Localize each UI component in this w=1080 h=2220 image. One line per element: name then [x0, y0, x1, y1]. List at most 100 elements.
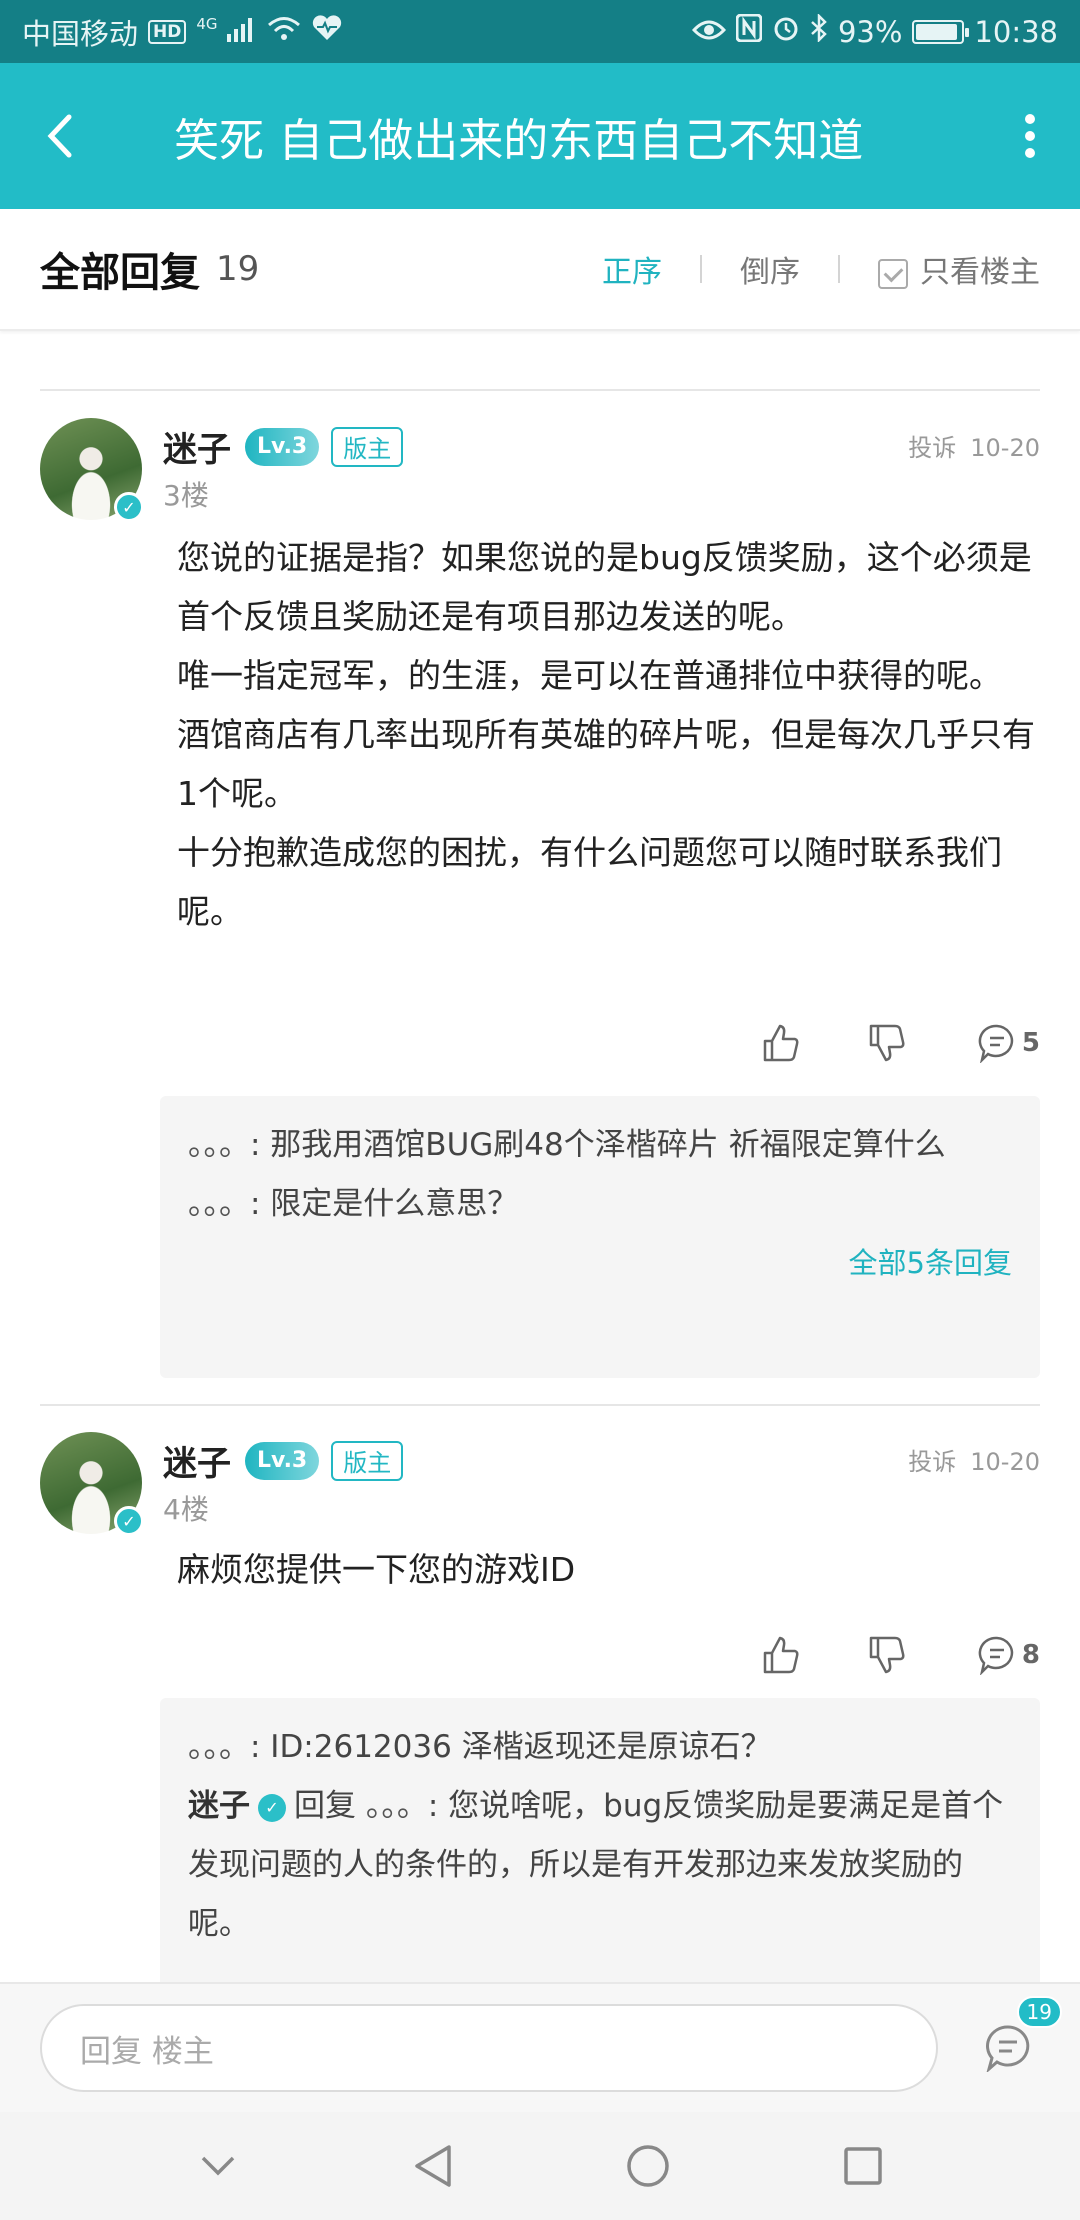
username[interactable]: 迷子	[163, 1436, 231, 1485]
chevron-down-icon	[201, 2156, 234, 2176]
avatar[interactable]: ✓	[40, 1432, 144, 1536]
level-badge: Lv.3	[245, 427, 320, 466]
comment-count: 8	[1021, 1640, 1040, 1670]
post-date: 10-20	[970, 1448, 1040, 1476]
heart-pulse-icon	[311, 14, 343, 49]
reply-item[interactable]: 。。。: 那我用酒馆BUG刷48个泽楷碎片 祈福限定算什么	[188, 1116, 1012, 1175]
post-floor-4: ✓ 迷子 Lv.3 版主 投诉 10-20 4楼 麻烦您提供一下您的游戏ID 8	[0, 1432, 1080, 1998]
reply-text: : 那我用酒馆BUG刷48个泽楷碎片 祈福限定算什么	[250, 1127, 946, 1163]
report-link[interactable]: 投诉	[908, 1448, 956, 1476]
post-paragraph: 十分抱歉造成您的困扰，有什么问题您可以随时联系我们呢。	[177, 833, 1002, 931]
thumbs-down-icon	[869, 1024, 905, 1062]
comment-button[interactable]: 5	[940, 1013, 1040, 1073]
like-button[interactable]	[728, 1013, 834, 1073]
reply-item[interactable]: 。。。: ID:2612036 泽楷返现还是原谅石？	[188, 1718, 1012, 1777]
reply-input-bar: 回复 楼主 19	[0, 1982, 1080, 2112]
post-paragraph: 您说的证据是指？如果您说的是bug反馈奖励，这个必须是首个反馈且奖励还是有项目那…	[177, 538, 1032, 636]
sort-desc-button[interactable]: 倒序	[740, 247, 800, 291]
reply-box[interactable]: 。。。: ID:2612036 泽楷返现还是原谅石？ 迷子 ✓ 回复 。。。: 您说…	[160, 1698, 1040, 1998]
sort-asc-button[interactable]: 正序	[602, 247, 662, 291]
network-type: 4G	[196, 14, 218, 33]
more-vertical-icon	[1025, 114, 1035, 158]
avatar[interactable]: ✓	[40, 418, 144, 522]
comments-button[interactable]: 19	[978, 1996, 1062, 2078]
post-paragraph: 唯一指定冠军，的生涯，是可以在普通排位中获得的呢。	[177, 656, 1002, 695]
thumbs-up-icon	[763, 1636, 799, 1674]
alarm-icon	[772, 14, 800, 49]
wifi-icon	[267, 15, 301, 49]
signal-icon: 4G	[196, 15, 256, 49]
comment-button[interactable]: 8	[940, 1625, 1040, 1685]
clock: 10:38	[974, 14, 1058, 49]
post-date: 10-20	[970, 434, 1040, 462]
comment-icon	[978, 1636, 1014, 1675]
comment-icon	[978, 1024, 1014, 1063]
sort-divider	[700, 255, 702, 283]
nfc-icon	[735, 13, 763, 49]
all-replies-link[interactable]: 全部5条回复	[188, 1234, 1012, 1293]
status-bar: 中国移动 HD 4G 93% 10:38	[0, 0, 1080, 63]
post-divider	[40, 1404, 1040, 1406]
post-paragraph: 麻烦您提供一下您的游戏ID	[177, 1550, 576, 1589]
comment-count: 5	[1021, 1028, 1040, 1058]
title-bar: 笑死 自己做出来的东西自己不知道	[0, 63, 1080, 209]
moderator-badge: 版主	[331, 1440, 404, 1481]
like-button[interactable]	[728, 1625, 834, 1685]
back-arrow-icon	[47, 114, 72, 158]
bluetooth-icon	[810, 12, 828, 49]
eye-icon	[691, 15, 727, 49]
reply-author[interactable]: 。。。	[188, 1186, 250, 1222]
dislike-button[interactable]	[834, 1625, 940, 1685]
app-screen: 中国移动 HD 4G 93% 10:38 笑死 自己做出来的东西自己不知道 全部…	[0, 0, 1080, 2220]
reply-item[interactable]: 迷子 ✓ 回复 。。。: 您说啥呢，bug反馈奖励是要满足是首个发现问题的人的条件的…	[188, 1777, 1012, 1954]
checkbox-icon	[878, 258, 908, 289]
nav-recents-button[interactable]	[823, 2126, 903, 2206]
nav-back-button[interactable]	[393, 2126, 473, 2206]
more-button[interactable]	[980, 63, 1080, 209]
battery-percent: 93%	[837, 14, 903, 49]
floor-number: 4楼	[163, 1493, 209, 1526]
reply-count: 19	[216, 249, 260, 289]
verified-icon: ✓	[114, 1506, 144, 1536]
reply-box[interactable]: 。。。: 那我用酒馆BUG刷48个泽楷碎片 祈福限定算什么 。。。: 限定是什么…	[160, 1096, 1040, 1378]
hd-indicator: HD	[148, 19, 187, 44]
reply-item[interactable]: 。。。: 限定是什么意思？	[188, 1175, 1012, 1234]
carrier-name: 中国移动	[22, 16, 139, 51]
post-floor-3: ✓ 迷子 Lv.3 版主 投诉 10-20 3楼 您说的证据是指？如果您说的是bu…	[0, 418, 1080, 1378]
reply-target[interactable]: 。。。	[366, 1788, 428, 1824]
post-paragraph: 酒馆商店有几率出现所有英雄的碎片呢，但是每次几乎只有1个呢。	[177, 715, 1035, 813]
circle-home-icon	[626, 2145, 669, 2187]
only-op-label: 只看楼主	[920, 255, 1040, 290]
back-button[interactable]	[0, 63, 120, 209]
reply-input[interactable]: 回复 楼主	[40, 2004, 938, 2092]
status-left: 中国移动 HD 4G	[22, 11, 343, 53]
nav-home-button[interactable]	[608, 2126, 688, 2206]
reply-author[interactable]: 。。。	[188, 1127, 250, 1163]
post-meta: 投诉 10-20	[894, 1442, 1040, 1477]
sort-bar: 全部回复 19 正序 倒序 只看楼主	[0, 209, 1080, 331]
reply-word: 回复	[294, 1788, 356, 1824]
level-badge: Lv.3	[245, 1441, 320, 1480]
battery-icon	[912, 19, 970, 44]
nav-hide-button[interactable]	[178, 2126, 258, 2206]
only-op-toggle[interactable]: 只看楼主	[878, 247, 1040, 291]
status-right: 93% 10:38	[691, 12, 1058, 49]
moderator-badge: 版主	[331, 426, 404, 467]
post-content: 麻烦您提供一下您的游戏ID	[177, 1540, 1037, 1599]
user-line: 迷子 Lv.3 版主	[163, 422, 404, 471]
username[interactable]: 迷子	[163, 422, 231, 471]
report-link[interactable]: 投诉	[908, 434, 956, 462]
post-content: 您说的证据是指？如果您说的是bug反馈奖励，这个必须是首个反馈且奖励还是有项目那…	[177, 528, 1037, 941]
verified-icon: ✓	[114, 492, 144, 522]
comment-icon	[986, 2025, 1030, 2072]
post-actions: 5	[728, 1013, 1040, 1073]
page-title: 笑死 自己做出来的东西自己不知道	[174, 113, 864, 167]
dislike-button[interactable]	[834, 1013, 940, 1073]
square-recents-icon	[843, 2147, 882, 2185]
thumbs-up-icon	[763, 1024, 799, 1062]
post-divider	[40, 389, 1040, 391]
verified-icon: ✓	[258, 1793, 286, 1822]
reply-author[interactable]: 。。。	[188, 1729, 250, 1765]
all-replies-label: 全部回复	[40, 250, 200, 296]
reply-author[interactable]: 迷子	[188, 1788, 250, 1824]
